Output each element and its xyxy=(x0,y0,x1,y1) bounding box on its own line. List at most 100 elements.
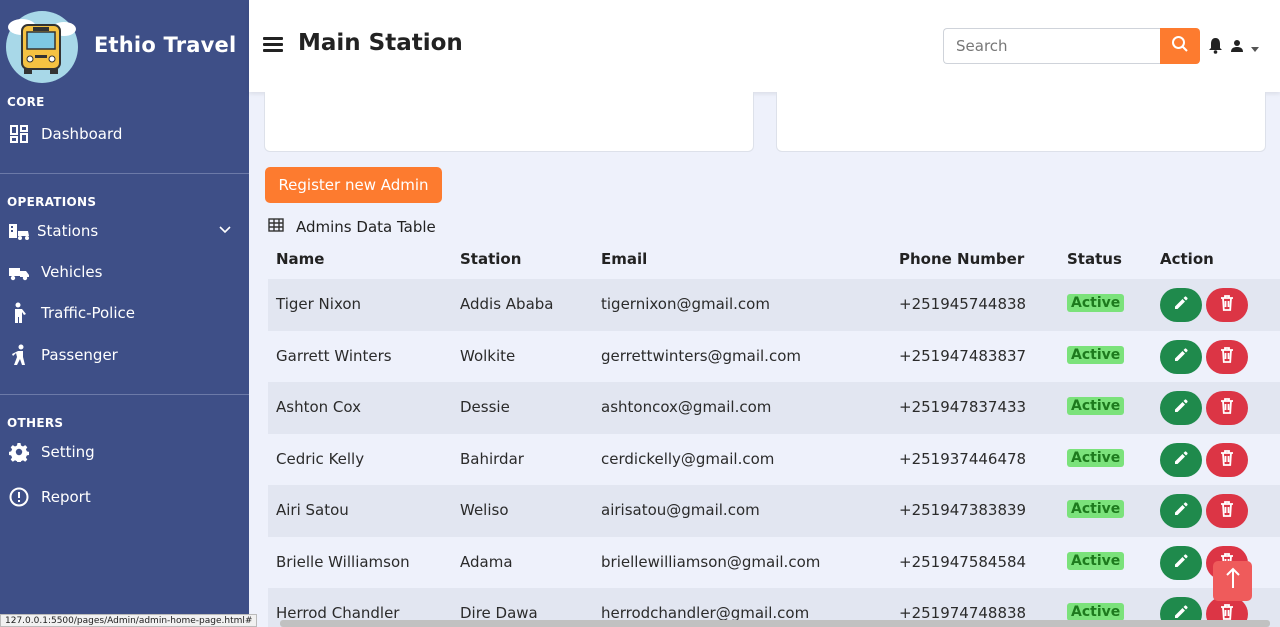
pencil-icon xyxy=(1173,347,1189,367)
register-admin-button[interactable]: Register new Admin xyxy=(265,167,442,203)
edit-button[interactable] xyxy=(1160,288,1202,322)
page-title: Main Station xyxy=(298,30,463,56)
cell-station: Adama xyxy=(460,552,513,571)
table-header: Name Station Email Phone Number Status A… xyxy=(268,246,1280,276)
edit-button[interactable] xyxy=(1160,494,1202,528)
sidebar: Ethio Travel CORE Dashboard OPERATIONS S… xyxy=(0,0,249,627)
user-icon xyxy=(1230,38,1244,57)
trash-icon xyxy=(1220,398,1234,418)
status-badge: Active xyxy=(1067,603,1125,621)
table-row[interactable]: Garrett Winters Wolkite gerrettwinters@g… xyxy=(268,330,1280,382)
status-badge: Active xyxy=(1067,345,1125,364)
column-header[interactable]: Status xyxy=(1067,250,1122,268)
brand[interactable]: Ethio Travel xyxy=(0,0,249,90)
cell-phone: +251947383839 xyxy=(899,501,1027,519)
cell-name: Tiger Nixon xyxy=(276,295,362,313)
alert-circle-icon xyxy=(8,486,30,508)
column-header[interactable]: Action xyxy=(1160,250,1214,268)
delete-button[interactable] xyxy=(1206,339,1248,374)
arrow-up-icon xyxy=(1225,567,1240,595)
sidebar-item-setting[interactable]: Setting xyxy=(8,437,238,467)
cell-station: Weliso xyxy=(460,501,509,519)
trash-icon xyxy=(1220,295,1234,315)
dashboard-icon xyxy=(8,123,30,145)
hamburger-menu-icon[interactable] xyxy=(263,37,283,53)
cell-phone: +251947584584 xyxy=(899,552,1027,571)
search-input[interactable] xyxy=(943,28,1161,64)
chevron-down-icon xyxy=(218,223,232,241)
sidebar-item-stations[interactable]: Stations xyxy=(8,216,238,246)
column-header[interactable]: Email xyxy=(601,250,647,268)
bus-logo-icon xyxy=(2,5,82,85)
column-header[interactable]: Phone Number xyxy=(899,250,1024,268)
sidebar-item-label: Dashboard xyxy=(41,125,123,143)
horizontal-scrollbar[interactable] xyxy=(280,620,1270,627)
cell-email: tigernixon@gmail.com xyxy=(601,295,770,313)
cell-email: briellewilliamson@gmail.com xyxy=(601,552,821,571)
edit-button[interactable] xyxy=(1160,339,1202,374)
sidebar-divider xyxy=(0,394,249,395)
status-badge: Active xyxy=(1067,551,1125,570)
table-row[interactable]: Airi Satou Weliso airisatou@gmail.com +2… xyxy=(268,485,1280,537)
cell-email: ashtoncox@gmail.com xyxy=(601,398,772,416)
bell-icon[interactable] xyxy=(1208,37,1223,58)
cell-phone: +251947483837 xyxy=(899,346,1027,365)
table-title: Admins Data Table xyxy=(268,218,436,236)
column-header[interactable]: Station xyxy=(460,250,521,268)
sidebar-item-traffic-police[interactable]: Traffic-Police xyxy=(8,298,238,328)
brand-name: Ethio Travel xyxy=(94,33,237,57)
pencil-icon xyxy=(1173,295,1189,315)
table-row[interactable]: Brielle Williamson Adama briellewilliams… xyxy=(268,536,1280,588)
cell-phone: +251937446478 xyxy=(899,449,1027,468)
passenger-icon xyxy=(8,344,30,366)
vehicle-icon xyxy=(8,261,30,283)
edit-button[interactable] xyxy=(1160,391,1202,425)
edit-button[interactable] xyxy=(1160,442,1202,477)
sidebar-item-label: Passenger xyxy=(41,346,118,364)
column-header[interactable]: Name xyxy=(276,250,324,268)
cell-name: Ashton Cox xyxy=(276,398,361,416)
sidebar-item-passenger[interactable]: Passenger xyxy=(8,340,238,370)
cell-name: Garrett Winters xyxy=(276,346,392,365)
cell-phone: +251945744838 xyxy=(899,295,1027,313)
table-body: Tiger Nixon Addis Ababa tigernixon@gmail… xyxy=(268,279,1280,627)
table-row[interactable]: Tiger Nixon Addis Ababa tigernixon@gmail… xyxy=(268,279,1280,331)
table-icon xyxy=(268,218,284,236)
station-icon xyxy=(8,220,30,242)
user-menu[interactable] xyxy=(1230,38,1259,57)
edit-button[interactable] xyxy=(1160,545,1202,580)
cell-email: cerdickelly@gmail.com xyxy=(601,449,775,468)
cell-phone: +251947837433 xyxy=(899,398,1027,416)
top-header: Main Station xyxy=(249,0,1280,92)
status-badge: Active xyxy=(1067,500,1125,518)
status-bar-url: 127.0.0.1:5500/pages/Admin/admin-home-pa… xyxy=(0,614,258,627)
caret-down-icon xyxy=(1251,38,1259,57)
sidebar-item-label: Vehicles xyxy=(41,263,103,281)
sidebar-item-vehicles[interactable]: Vehicles xyxy=(8,257,238,287)
cell-station: Addis Ababa xyxy=(460,295,554,313)
delete-button[interactable] xyxy=(1206,442,1248,477)
trash-icon xyxy=(1220,449,1234,470)
status-badge: Active xyxy=(1067,294,1125,312)
search-icon xyxy=(1171,35,1189,57)
pencil-icon xyxy=(1173,501,1189,521)
summary-card xyxy=(776,92,1266,152)
table-row[interactable]: Ashton Cox Dessie ashtoncox@gmail.com +2… xyxy=(268,382,1280,434)
summary-card xyxy=(264,92,754,152)
cell-station: Dessie xyxy=(460,398,510,416)
delete-button[interactable] xyxy=(1206,494,1248,528)
sidebar-item-report[interactable]: Report xyxy=(8,482,238,512)
cell-name: Brielle Williamson xyxy=(276,552,410,571)
sidebar-item-dashboard[interactable]: Dashboard xyxy=(8,119,238,149)
section-title-operations: OPERATIONS xyxy=(7,195,97,209)
table-row[interactable]: Cedric Kelly Bahirdar cerdickelly@gmail.… xyxy=(268,433,1280,485)
gear-icon xyxy=(8,441,30,463)
status-badge: Active xyxy=(1067,397,1125,415)
status-badge: Active xyxy=(1067,448,1125,467)
table-title-label: Admins Data Table xyxy=(296,218,436,236)
delete-button[interactable] xyxy=(1206,288,1248,322)
cell-email: airisatou@gmail.com xyxy=(601,501,760,519)
search-button[interactable] xyxy=(1160,28,1200,64)
scroll-to-top-button[interactable] xyxy=(1213,561,1252,601)
delete-button[interactable] xyxy=(1206,391,1248,425)
